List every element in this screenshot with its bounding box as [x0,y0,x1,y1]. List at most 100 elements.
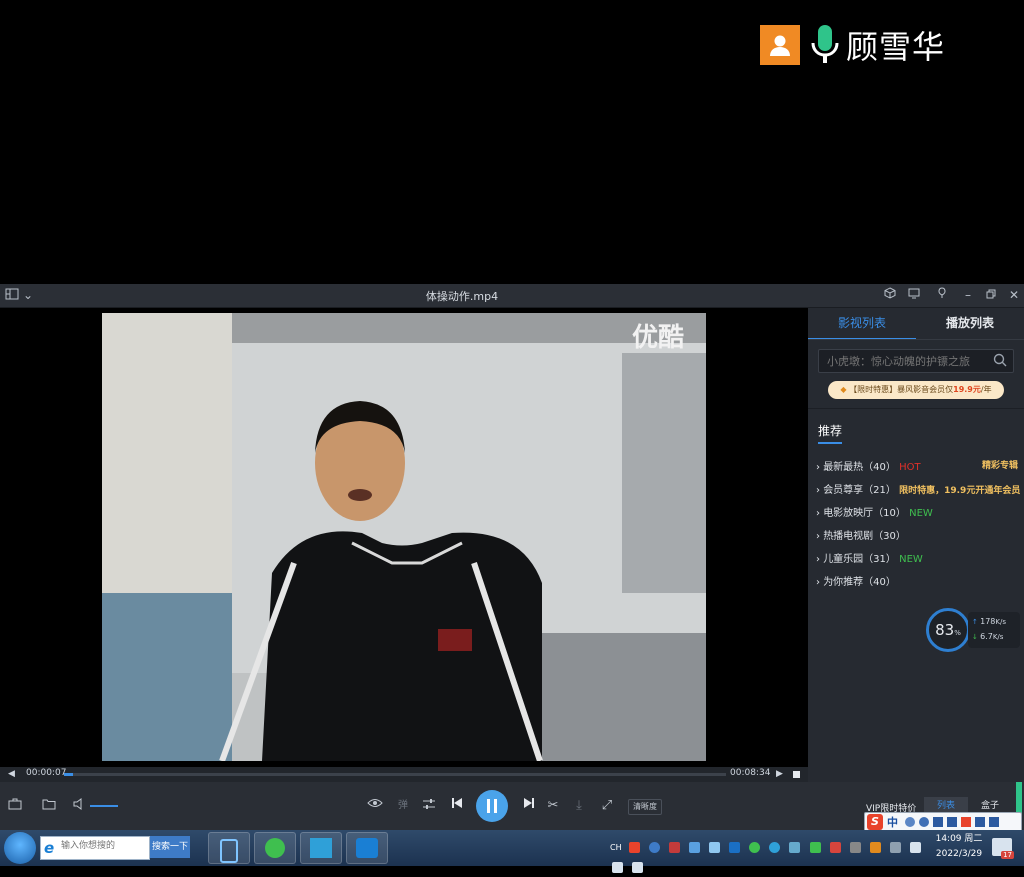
ie-icon: e [44,839,55,857]
streamer-badge: 顾雪华 [760,22,945,68]
equalizer-icon[interactable] [420,797,438,815]
title-bar: ⌄ 体操动作.mp4 – ✕ [0,284,1024,308]
shield-icon[interactable] [789,842,801,853]
battery-tray-icon[interactable] [889,842,901,853]
volume-slider[interactable] [90,805,118,807]
speed-gauge[interactable]: 83% [926,608,970,652]
recommend-item[interactable]: › 会员尊享（21） 限时特惠，19.9元开通年会员 [816,481,1020,496]
hot-badge: HOT [899,462,921,473]
recommend-item[interactable]: › 儿童乐园（31） NEW [816,550,923,565]
speaker-icon[interactable] [612,862,623,873]
sogou-tray-icon[interactable] [628,842,640,853]
fullscreen-icon[interactable]: ⤢ [598,797,616,815]
scissors-icon[interactable]: ✂ [544,797,562,815]
recommend-item[interactable]: › 热播电视剧（30） [816,527,906,542]
stop-icon[interactable] [793,771,800,778]
diamond-icon: ◆ [840,385,847,394]
recommend-item-label: 热播电视剧（30） [823,531,906,542]
previous-icon[interactable] [448,797,466,815]
next-icon[interactable] [520,797,538,815]
cube-icon[interactable] [882,287,898,303]
shirt-icon[interactable] [975,817,985,827]
side-panel: 影视列表 播放列表 ◆ 【限时特惠】暴风影音会员仅19.9元/年 推荐 › 最新… [808,308,1024,782]
search-icon[interactable] [993,353,1007,367]
ime-lang[interactable]: 中 [887,814,898,830]
chevron-right-icon: › [816,531,820,542]
new-badge: NEW [909,508,933,519]
upload-arrow-icon: ↑ [972,618,978,626]
rewind-icon[interactable]: ◀ [8,769,15,779]
clock[interactable]: 14:09 周二 2022/3/29 [932,832,986,862]
checkmark-tray-icon[interactable] [809,842,821,853]
grid-icon[interactable] [989,817,999,827]
recommend-item-label: 为你推荐（40） [823,577,896,588]
ie-search-input[interactable] [59,840,149,852]
taskbar: e 搜索一下 CH 14:09 周二 2022/3/29 17 [0,830,1024,873]
new-badge: NEW [899,554,923,565]
recommend-item[interactable]: › 为你推荐（40） [816,573,896,588]
pin-icon[interactable] [934,287,950,303]
ie-search-button[interactable]: 搜索一下 [150,836,190,858]
featured-album-link[interactable]: 精彩专辑 [982,458,1018,471]
chevron-right-icon: › [816,508,820,519]
current-time: 00:00:07 [26,768,67,778]
ie-search-box[interactable]: e [40,836,150,860]
video-tray-icon[interactable] [829,842,841,853]
language-indicator[interactable]: CH [610,843,622,852]
download-icon[interactable]: ⤓ [570,797,588,815]
start-button[interactable] [4,832,36,864]
forward-icon[interactable]: ▶ [776,769,783,779]
quality-button[interactable]: 清晰度 [628,799,662,815]
vip-promo-banner[interactable]: ◆ 【限时特惠】暴风影音会员仅19.9元/年 [828,381,1004,399]
chevron-right-icon: › [816,462,820,473]
screen-icon[interactable] [906,287,922,303]
notification-bell-icon[interactable] [632,862,644,873]
toolbox-icon[interactable] [6,797,24,815]
open-folder-icon[interactable] [40,797,58,815]
pause-button[interactable] [476,790,508,822]
tab-playlist[interactable]: 播放列表 [916,308,1024,338]
volume-icon[interactable] [70,797,88,815]
seek-track[interactable] [64,773,726,776]
progress-bar[interactable]: ◀ 00:00:07 00:08:34 ▶ [0,767,808,782]
sogou-icon[interactable]: S [867,814,883,830]
upload-speed: 178 [980,617,996,626]
eye-icon[interactable] [366,797,384,815]
chevron-right-icon: › [816,554,820,565]
punctuation-icon[interactable] [905,817,915,827]
grid-tray-icon[interactable] [709,842,721,853]
recommend-item[interactable]: › 电影放映厅（10） NEW [816,504,933,519]
video-frame[interactable]: 优酷 [102,313,706,761]
close-icon[interactable]: ✕ [1006,287,1022,303]
search-input[interactable] [819,351,995,372]
taskbar-player-icon[interactable] [346,832,388,864]
taskbar-phone-app-icon[interactable] [208,832,250,864]
security-tray-icon[interactable] [749,842,761,853]
taskbar-browser-icon[interactable] [254,832,296,864]
restore-icon[interactable] [983,287,999,303]
flag-tray-icon[interactable] [869,842,881,853]
cloud-tray-icon[interactable] [688,842,700,853]
tab-divider [808,339,1024,340]
help-tray-icon[interactable] [648,842,660,853]
minimize-icon[interactable]: – [960,287,976,303]
action-center-icon[interactable]: 17 [992,838,1014,859]
ime-toolbar[interactable]: S 中 [864,812,1022,832]
recommend-item[interactable]: › 最新最热（40） HOT [816,458,921,473]
recommend-item-label: 电影放映厅（10） [823,508,906,519]
keyboard-icon[interactable] [947,817,957,827]
flash-tray-icon[interactable] [729,842,741,853]
pen-tray-icon[interactable] [668,842,680,853]
network-icon[interactable] [910,842,922,853]
recommend-title: 推荐 [818,424,843,438]
usb-tray-icon[interactable] [849,842,861,853]
tab-movie-list[interactable]: 影视列表 [808,308,916,340]
danmaku-toggle[interactable]: 弹 [394,797,412,815]
search-box[interactable] [818,349,1014,373]
emoji-icon[interactable] [919,817,929,827]
voice-icon[interactable] [933,817,943,827]
update-tray-icon[interactable] [769,842,781,853]
skin-icon[interactable] [961,817,971,827]
recommend-item-label: 会员尊享（21） [823,485,896,496]
taskbar-video-editor-icon[interactable] [300,832,342,864]
